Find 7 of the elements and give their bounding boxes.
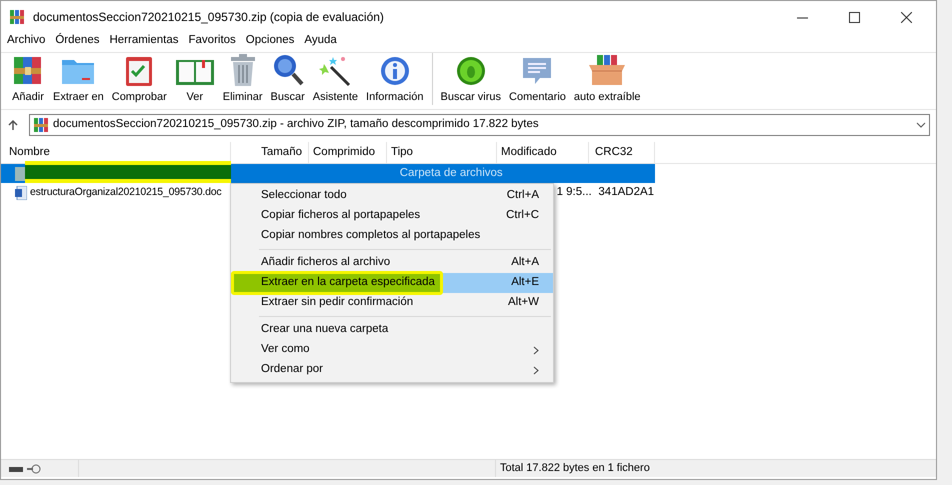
address-text: documentosSeccion720210215_095730.zip - archivo ZIP, tamaño descomprimido 17.822 bytes [53,117,540,132]
file-type: Carpeta de archivos [398,166,503,181]
file-name: estructuraOrganizal20210215_095730.doc [30,184,222,200]
window-title: documentosSeccion720210215_095730.zip (copia de evaluación) [33,9,385,26]
status-text: Total 17.822 bytes en 1 fichero [495,460,650,477]
file-crc: 341AD2A1 [597,184,655,200]
file-modified: 1 9:5... [556,184,592,200]
